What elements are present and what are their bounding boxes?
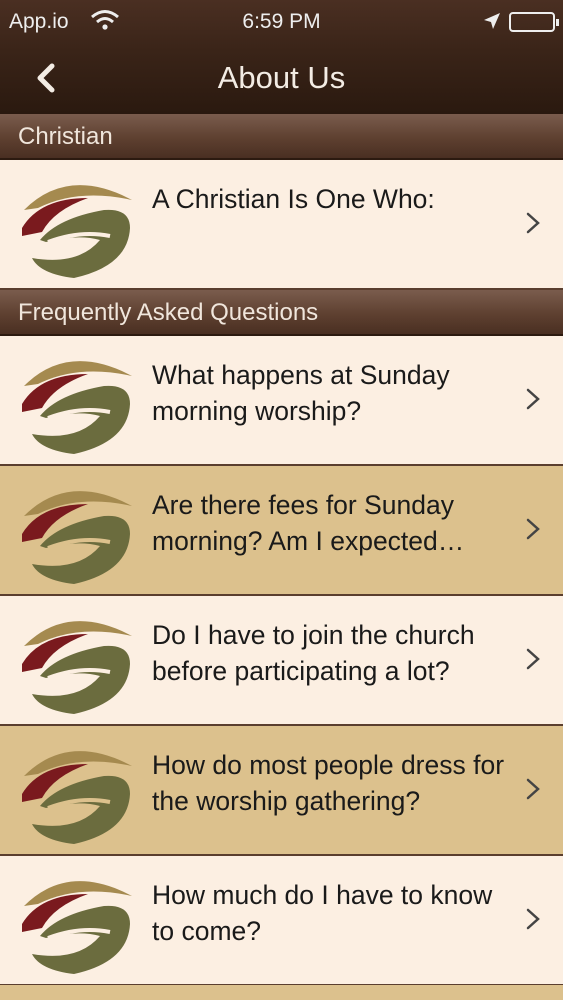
status-time: 6:59 PM (242, 10, 321, 33)
next-list-item-peek[interactable] (0, 985, 563, 1000)
chevron-right-icon (526, 648, 540, 670)
list-item-label: How do most people dress for the worship… (152, 750, 505, 816)
chevron-right-icon (526, 778, 540, 800)
church-logo-icon (22, 491, 132, 584)
church-logo-icon (22, 881, 132, 974)
chevron-right-icon (526, 518, 540, 540)
chevron-right-icon (526, 388, 540, 410)
church-logo-icon (22, 751, 132, 844)
list-item-label: How much do I have to know to come? (152, 880, 493, 946)
page-title: About Us (217, 60, 346, 95)
list-item-label: Do I have to join the church before part… (152, 620, 475, 686)
list-item-label: A Christian Is One Who: (152, 184, 435, 214)
battery-icon (509, 12, 559, 32)
section-header-faq: Frequently Asked Questions (0, 290, 563, 336)
list-item[interactable]: How do most people dress for the worship… (0, 726, 563, 856)
list-item-label: What happens at Sunday morning worship? (152, 360, 450, 426)
status-bar: App.io 6:59 PM (0, 0, 563, 40)
list-item[interactable]: Are there fees for Sunday morning? Am I … (0, 466, 563, 596)
list-item-label: Are there fees for Sunday morning? Am I … (152, 490, 465, 556)
list-item[interactable]: What happens at Sunday morning worship? (0, 336, 563, 466)
church-logo-icon (22, 361, 132, 454)
top-bar: App.io 6:59 PM About Us (0, 0, 563, 114)
list-item[interactable]: A Christian Is One Who: (0, 160, 563, 290)
section-header-christian: Christian (0, 114, 563, 160)
chevron-right-icon (526, 908, 540, 930)
location-arrow-icon (483, 12, 501, 36)
list-item[interactable]: How much do I have to know to come? (0, 856, 563, 986)
chevron-right-icon (526, 212, 540, 234)
church-logo-icon (22, 621, 132, 714)
church-logo-icon (22, 185, 132, 278)
navigation-bar: About Us (0, 40, 563, 114)
list-item[interactable]: Do I have to join the church before part… (0, 596, 563, 726)
